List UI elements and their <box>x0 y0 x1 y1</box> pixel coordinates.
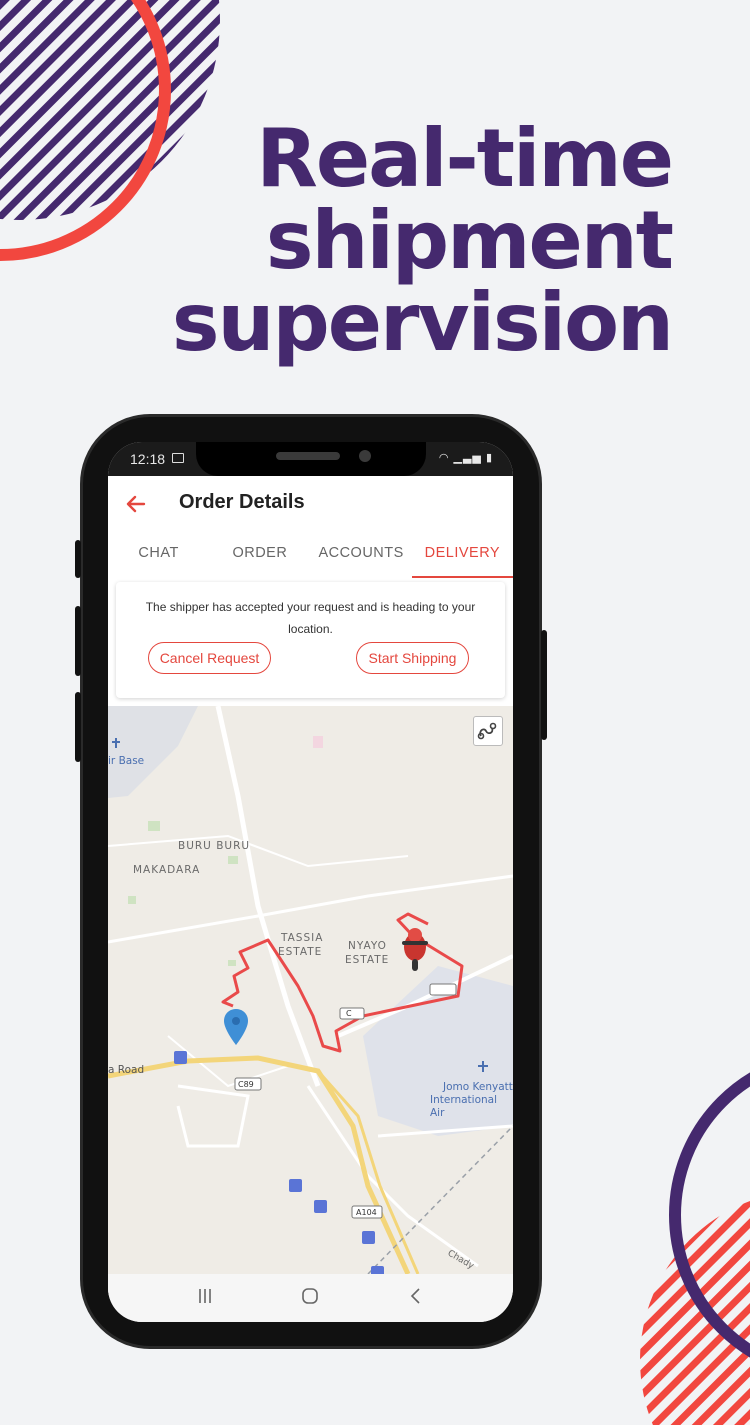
back-chevron-icon[interactable] <box>396 1286 436 1310</box>
destination-pin-icon[interactable] <box>223 1008 249 1046</box>
phone-volume-down-button <box>75 692 81 762</box>
decorative-stripes-bottom-right <box>640 1072 750 1425</box>
map-label-road: a Road <box>108 1064 145 1076</box>
cancel-request-button[interactable]: Cancel Request <box>148 642 271 674</box>
map-label-buru-buru: BURU BURU <box>178 840 251 852</box>
tab-chat[interactable]: CHAT <box>108 532 209 578</box>
map-label-nyayo: NYAYO <box>348 940 387 952</box>
delivery-status-message: The shipper has accepted your request an… <box>145 600 476 636</box>
map-label-international: International Air <box>430 1094 498 1119</box>
map-label-air-base: ir Base <box>108 755 145 767</box>
promo-headline: Real-time shipment supervision <box>152 112 674 369</box>
tab-bar: CHAT ORDER ACCOUNTS DELIVERY <box>108 532 513 578</box>
headline-line-3: supervision <box>171 276 674 369</box>
image-icon <box>172 453 184 463</box>
headline-line-1: Real-time <box>256 112 674 205</box>
map-shield-a104: A104 <box>356 1208 377 1217</box>
map-canvas <box>108 706 513 1274</box>
front-camera <box>359 450 371 462</box>
status-bar: 12:18 ◠ ▁▃▅ ▮ <box>108 442 513 476</box>
status-right-icons: ◠ ▁▃▅ ▮ <box>439 451 493 464</box>
map-label-tassia: TASSIA <box>281 932 324 944</box>
delivery-status-card: The shipper has accepted your request an… <box>116 582 505 698</box>
map-shield-c: C <box>346 1009 352 1018</box>
battery-icon: ▮ <box>485 452 493 464</box>
page-title: Order Details <box>179 491 305 513</box>
wifi-icon: ◠ <box>438 452 450 464</box>
headline-line-2: shipment <box>265 194 674 287</box>
shipper-scooter-icon[interactable] <box>398 921 432 973</box>
tab-order[interactable]: ORDER <box>209 532 310 578</box>
phone-power-button <box>541 630 547 740</box>
speaker-grille <box>276 452 340 460</box>
status-time: 12:18 <box>130 451 166 467</box>
tab-accounts[interactable]: ACCOUNTS <box>311 532 412 578</box>
signal-icon: ▁▃▅ <box>453 452 482 464</box>
system-nav-bar <box>108 1274 513 1322</box>
app-bar: Order Details <box>108 476 513 532</box>
tab-delivery[interactable]: DELIVERY <box>411 532 513 578</box>
phone-volume-up-button <box>75 606 81 676</box>
home-icon[interactable] <box>290 1286 330 1310</box>
start-shipping-button[interactable]: Start Shipping <box>356 642 469 674</box>
recents-icon[interactable] <box>185 1286 225 1310</box>
delivery-map[interactable]: ir Base BURU BURU MAKADARA TASSIA ESTATE… <box>108 706 513 1274</box>
phone-side-button <box>75 540 81 578</box>
route-layers-icon[interactable] <box>473 716 503 746</box>
arrow-left-icon[interactable] <box>122 490 150 518</box>
map-shield-c89: C89 <box>238 1080 254 1089</box>
map-label-tassia-estate: ESTATE <box>278 946 323 958</box>
map-label-makadara: MAKADARA <box>133 864 201 876</box>
map-label-jomo: Jomo Kenyatt <box>443 1081 513 1093</box>
phone-screen: 12:18 ◠ ▁▃▅ ▮ Order Details CHAT ORDER A… <box>108 442 513 1322</box>
map-label-nyayo-estate: ESTATE <box>345 954 390 966</box>
